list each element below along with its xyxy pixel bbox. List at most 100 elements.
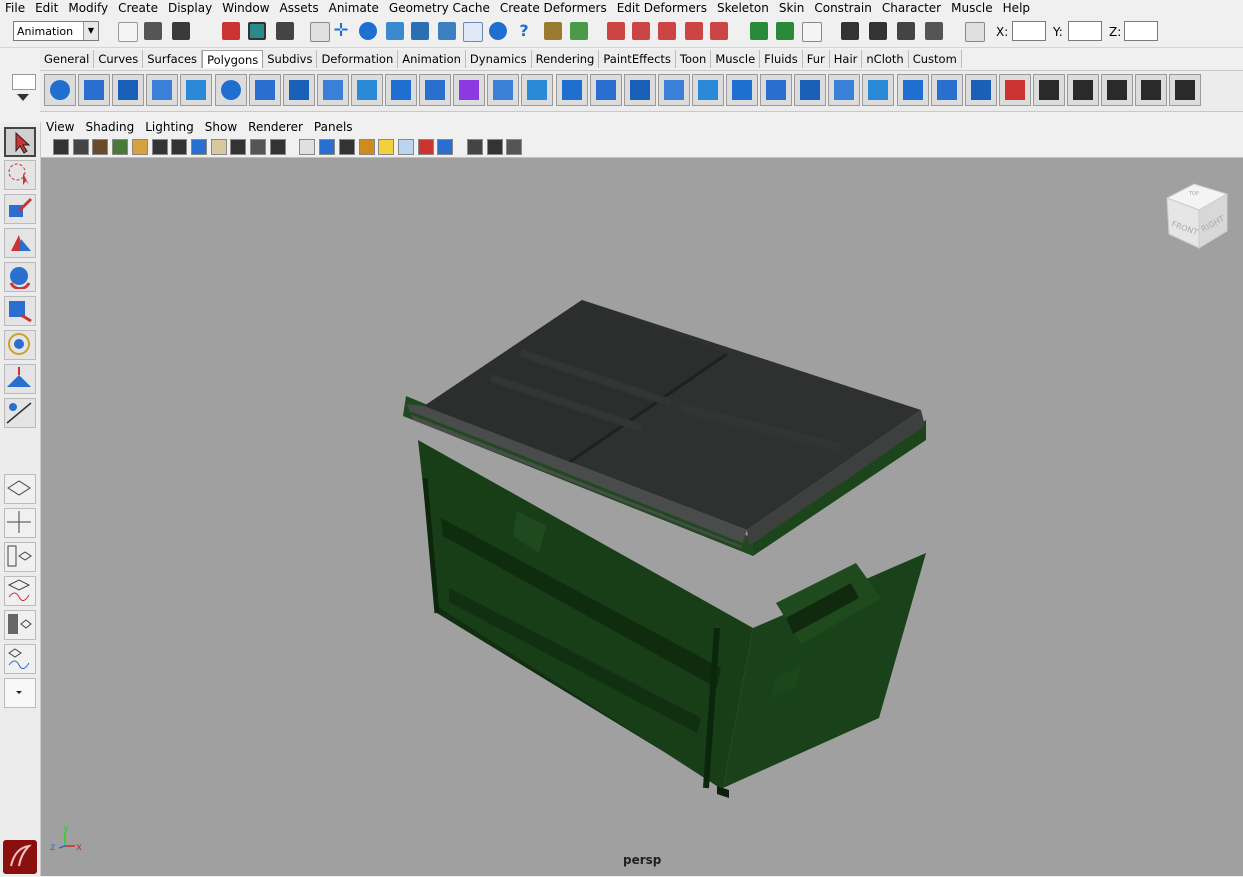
smooth-button[interactable]: [487, 74, 520, 106]
tab-curves[interactable]: Curves: [94, 50, 144, 68]
append-polygon-button[interactable]: [657, 74, 690, 106]
help-icon[interactable]: ?: [515, 22, 533, 40]
tab-ncloth[interactable]: nCloth: [862, 50, 909, 68]
perspective-viewport[interactable]: TOP FRONT RIGHT y z x persp: [41, 158, 1243, 876]
film-gate-icon[interactable]: [171, 139, 188, 155]
snap-together-icon[interactable]: [750, 22, 768, 40]
dumpster-model[interactable]: [41, 158, 1243, 876]
menu-create-deformers[interactable]: Create Deformers: [495, 0, 612, 16]
clapboard-render-icon[interactable]: [869, 22, 887, 40]
show-manip-button[interactable]: [4, 398, 36, 428]
select-camera-icon[interactable]: [53, 139, 69, 155]
tab-fluids[interactable]: Fluids: [760, 50, 803, 68]
menu-animate[interactable]: Animate: [324, 0, 384, 16]
menu-create[interactable]: Create: [113, 0, 163, 16]
uv-planar-button[interactable]: [1032, 74, 1065, 106]
wireframe-icon[interactable]: [299, 139, 316, 155]
field-chart-icon[interactable]: [230, 139, 247, 155]
single-perspective-layout-button[interactable]: [4, 474, 36, 504]
offset-edge-loop-button[interactable]: [760, 74, 793, 106]
panel-menu-view[interactable]: View: [41, 120, 80, 134]
menu-edit[interactable]: Edit: [30, 0, 63, 16]
tab-subdivs[interactable]: Subdivs: [263, 50, 318, 68]
gate-mask-icon[interactable]: [210, 139, 227, 155]
x-field[interactable]: [1012, 21, 1046, 41]
textured-icon[interactable]: [358, 139, 375, 155]
safe-title-icon[interactable]: [269, 139, 286, 155]
safe-action-icon[interactable]: [250, 139, 266, 155]
select-tool-button[interactable]: [4, 127, 36, 157]
poly-cone-button[interactable]: [146, 74, 179, 106]
split-polygon-button[interactable]: [691, 74, 724, 106]
soft-mod-button[interactable]: [4, 364, 36, 394]
render-view-icon[interactable]: [841, 22, 859, 40]
tab-rendering[interactable]: Rendering: [531, 50, 600, 68]
grid-icon[interactable]: [151, 139, 168, 155]
scale-tool-button[interactable]: [4, 296, 36, 326]
collapse-button[interactable]: [964, 74, 997, 106]
panel-menu-renderer[interactable]: Renderer: [243, 120, 309, 134]
ipr-clapboard-icon[interactable]: [897, 22, 915, 40]
tab-animation[interactable]: Animation: [398, 50, 466, 68]
lasso-tool-button[interactable]: [4, 160, 36, 190]
panel-menu-panels[interactable]: Panels: [309, 120, 359, 134]
shelf-tab-toggle-icon[interactable]: [12, 74, 36, 90]
merge-button[interactable]: [930, 74, 963, 106]
menu-file[interactable]: File: [0, 0, 30, 16]
universal-manip-button[interactable]: [4, 330, 36, 360]
new-scene-icon[interactable]: [118, 22, 138, 42]
sculpt-button[interactable]: [998, 74, 1031, 106]
camera-attributes-icon[interactable]: [72, 139, 89, 155]
menu-window[interactable]: Window: [217, 0, 274, 16]
shelf-menu-icon[interactable]: [17, 94, 29, 101]
tab-painteffects[interactable]: PaintEffects: [599, 50, 676, 68]
poly-cylinder-button[interactable]: [112, 74, 145, 106]
poly-helix-button[interactable]: [316, 74, 349, 106]
menu-set-dropdown[interactable]: Animation ▼: [13, 21, 99, 41]
transform-field-mode-icon[interactable]: [965, 22, 985, 42]
menu-character[interactable]: Character: [877, 0, 946, 16]
magnet-snap-2-icon[interactable]: [710, 22, 728, 40]
open-scene-icon[interactable]: [144, 22, 162, 40]
menu-muscle[interactable]: Muscle: [946, 0, 998, 16]
tab-muscle[interactable]: Muscle: [711, 50, 761, 68]
tab-deformation[interactable]: Deformation: [317, 50, 399, 68]
separate-button[interactable]: [385, 74, 417, 106]
panel-menu-lighting[interactable]: Lighting: [140, 120, 200, 134]
default-material-icon[interactable]: [338, 139, 355, 155]
construction-history-icon[interactable]: [489, 22, 507, 40]
z-field[interactable]: [1124, 21, 1158, 41]
extract-button[interactable]: [419, 74, 452, 106]
make-live-icon[interactable]: [438, 22, 456, 40]
tab-surfaces[interactable]: Surfaces: [143, 50, 203, 68]
use-lights-icon[interactable]: [378, 139, 395, 155]
poly-prism-button[interactable]: [248, 74, 281, 106]
xray-icon[interactable]: [417, 139, 434, 155]
select-by-component-icon[interactable]: [276, 22, 294, 40]
persp-outliner-layout-button[interactable]: [4, 542, 36, 572]
poly-sphere-button[interactable]: [44, 74, 76, 106]
xray-joints-icon[interactable]: [467, 139, 483, 155]
insert-edge-loop-button[interactable]: [726, 74, 758, 106]
menu-edit-deformers[interactable]: Edit Deformers: [612, 0, 712, 16]
menu-display[interactable]: Display: [163, 0, 217, 16]
resolution-gate-icon[interactable]: [190, 139, 207, 155]
tab-hair[interactable]: Hair: [829, 50, 863, 68]
snap-to-grid-icon[interactable]: ✛: [332, 22, 350, 40]
snap-to-curve-icon[interactable]: [359, 22, 377, 40]
four-view-layout-button[interactable]: [4, 508, 36, 538]
y-field[interactable]: [1068, 21, 1102, 41]
lock-icon[interactable]: [544, 22, 562, 40]
tab-dynamics[interactable]: Dynamics: [465, 50, 532, 68]
graph-editor-layout-button[interactable]: [4, 644, 36, 674]
tab-fur[interactable]: Fur: [802, 50, 830, 68]
view-cube[interactable]: TOP FRONT RIGHT: [1159, 176, 1239, 259]
tab-polygons[interactable]: Polygons: [202, 50, 264, 68]
poke-button[interactable]: [794, 74, 827, 106]
menu-skeleton[interactable]: Skeleton: [712, 0, 774, 16]
panel-menu-shading[interactable]: Shading: [80, 120, 140, 134]
shadows-icon[interactable]: [397, 139, 414, 155]
bookmarks-icon[interactable]: [92, 139, 109, 155]
menu-modify[interactable]: Modify: [63, 0, 113, 16]
uv-cylindrical-button[interactable]: [1067, 74, 1099, 106]
